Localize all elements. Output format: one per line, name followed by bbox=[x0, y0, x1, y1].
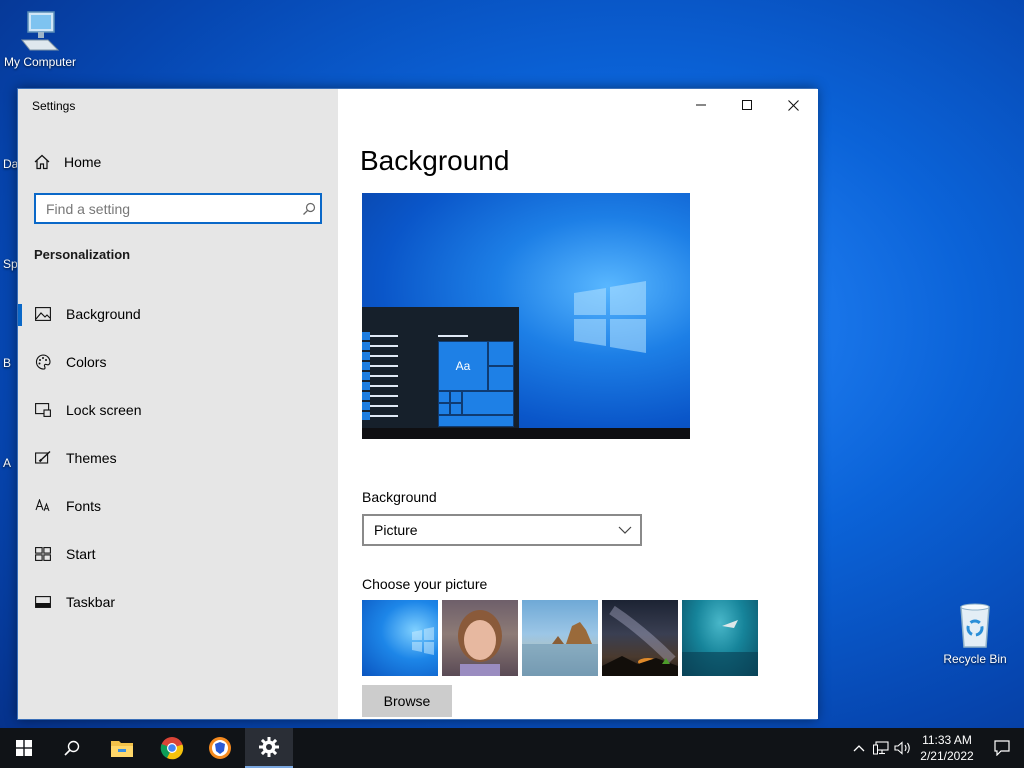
desktop-edge-label: Sp bbox=[3, 257, 18, 271]
network-icon bbox=[873, 741, 889, 755]
picture-thumbnail-underwater[interactable] bbox=[682, 600, 758, 676]
settings-window: Settings Home Personalization Bac bbox=[17, 88, 818, 720]
close-icon bbox=[787, 99, 799, 111]
picture-thumbnail-night-sky[interactable] bbox=[602, 600, 678, 676]
file-explorer-icon bbox=[111, 741, 133, 757]
system-tray: 11:33 AM 2/21/2022 bbox=[848, 728, 1024, 768]
sidebar-item-taskbar[interactable]: Taskbar bbox=[18, 578, 338, 626]
sidebar: Settings Home Personalization Bac bbox=[18, 89, 338, 719]
start-icon bbox=[16, 740, 32, 756]
page-title: Background bbox=[360, 145, 510, 176]
clock-date: 2/21/2022 bbox=[920, 749, 974, 763]
recycle-bin-icon bbox=[960, 603, 990, 648]
sidebar-item-themes[interactable]: Themes bbox=[18, 434, 338, 482]
tray-network-button[interactable] bbox=[870, 728, 892, 768]
themes-icon bbox=[34, 449, 52, 467]
taskbar-settings[interactable] bbox=[245, 728, 293, 768]
settings-icon bbox=[259, 737, 279, 757]
section-title: Personalization bbox=[34, 247, 131, 262]
taskbar-search-button[interactable] bbox=[48, 728, 96, 768]
sidebar-item-background[interactable]: Background bbox=[18, 290, 338, 338]
preview-taskbar bbox=[362, 428, 690, 439]
taskbar-icon bbox=[34, 593, 52, 611]
chevron-up-icon bbox=[853, 745, 865, 752]
sidebar-item-label: Start bbox=[66, 546, 96, 562]
sidebar-item-label: Background bbox=[66, 306, 141, 322]
window-title: Settings bbox=[32, 99, 76, 113]
brave-browser-icon bbox=[209, 737, 231, 759]
start-icon bbox=[34, 545, 52, 563]
sidebar-item-lock-screen[interactable]: Lock screen bbox=[18, 386, 338, 434]
sidebar-home[interactable]: Home bbox=[34, 151, 101, 173]
taskbar-clock[interactable]: 11:33 AM 2/21/2022 bbox=[914, 732, 980, 764]
minimize-icon bbox=[696, 104, 706, 106]
desktop-icon-label: Recycle Bin bbox=[943, 652, 1007, 666]
sidebar-item-start[interactable]: Start bbox=[18, 530, 338, 578]
picture-thumbnails bbox=[362, 600, 758, 676]
background-preview: Aa bbox=[362, 193, 690, 439]
notification-icon bbox=[994, 740, 1010, 756]
search-box[interactable] bbox=[34, 193, 322, 224]
windows-logo-icon bbox=[574, 281, 646, 353]
sidebar-item-label: Themes bbox=[66, 450, 117, 466]
taskbar-file-explorer[interactable] bbox=[98, 728, 146, 768]
taskbar: 11:33 AM 2/21/2022 bbox=[0, 728, 1024, 768]
maximize-icon bbox=[742, 100, 752, 110]
preview-start-menu: Aa bbox=[362, 307, 519, 428]
sidebar-home-label: Home bbox=[64, 154, 102, 170]
background-field-label: Background bbox=[362, 489, 437, 505]
search-input[interactable] bbox=[36, 195, 298, 222]
clock-time: 11:33 AM bbox=[922, 733, 972, 747]
search-icon bbox=[64, 740, 80, 756]
picture-icon bbox=[34, 305, 52, 323]
browse-button[interactable]: Browse bbox=[362, 685, 452, 717]
volume-icon bbox=[894, 741, 910, 755]
taskbar-start-button[interactable] bbox=[0, 728, 48, 768]
tray-overflow-button[interactable] bbox=[848, 728, 870, 768]
chevron-down-icon bbox=[618, 526, 632, 534]
choose-picture-label: Choose your picture bbox=[362, 576, 488, 592]
taskbar-chrome[interactable] bbox=[148, 728, 196, 768]
home-icon bbox=[34, 154, 50, 170]
desktop-icon-recycle-bin[interactable]: Recycle Bin bbox=[935, 603, 1015, 666]
maximize-button[interactable] bbox=[724, 89, 770, 121]
desktop-edge-label: A bbox=[3, 456, 12, 470]
minimize-button[interactable] bbox=[678, 89, 724, 121]
chrome-icon bbox=[160, 737, 184, 760]
sidebar-item-colors[interactable]: Colors bbox=[18, 338, 338, 386]
search-icon[interactable] bbox=[298, 202, 320, 216]
dropdown-selected-value: Picture bbox=[374, 522, 418, 538]
sidebar-nav: Background Colors Lock screen Themes Fon… bbox=[18, 290, 338, 626]
computer-icon bbox=[20, 11, 60, 51]
tray-volume-button[interactable] bbox=[892, 728, 914, 768]
sidebar-item-label: Lock screen bbox=[66, 402, 142, 418]
close-button[interactable] bbox=[770, 89, 816, 121]
action-center-button[interactable] bbox=[980, 728, 1024, 768]
taskbar-brave-browser[interactable] bbox=[196, 728, 244, 768]
sidebar-item-label: Fonts bbox=[66, 498, 102, 514]
desktop-icon-my-computer[interactable]: My Computer bbox=[0, 10, 80, 69]
window-caption-buttons bbox=[678, 89, 816, 121]
windows-logo-icon bbox=[412, 627, 434, 655]
background-type-dropdown[interactable]: Picture bbox=[362, 514, 642, 546]
sidebar-item-label: Taskbar bbox=[66, 594, 116, 610]
lock-screen-icon bbox=[34, 401, 52, 419]
sidebar-item-label: Colors bbox=[66, 354, 107, 370]
sidebar-item-fonts[interactable]: Fonts bbox=[18, 482, 338, 530]
desktop-edge-label: B bbox=[3, 356, 12, 370]
fonts-icon bbox=[34, 497, 52, 515]
desktop-icon-label: My Computer bbox=[3, 55, 77, 69]
picture-thumbnail-windows[interactable] bbox=[362, 600, 438, 676]
preview-sample-tile: Aa bbox=[438, 341, 488, 391]
picture-thumbnail-portrait[interactable] bbox=[442, 600, 518, 676]
content-pane: Background Aa Background Picture Choose … bbox=[338, 89, 818, 719]
picture-thumbnail-beach[interactable] bbox=[522, 600, 598, 676]
palette-icon bbox=[34, 353, 52, 371]
